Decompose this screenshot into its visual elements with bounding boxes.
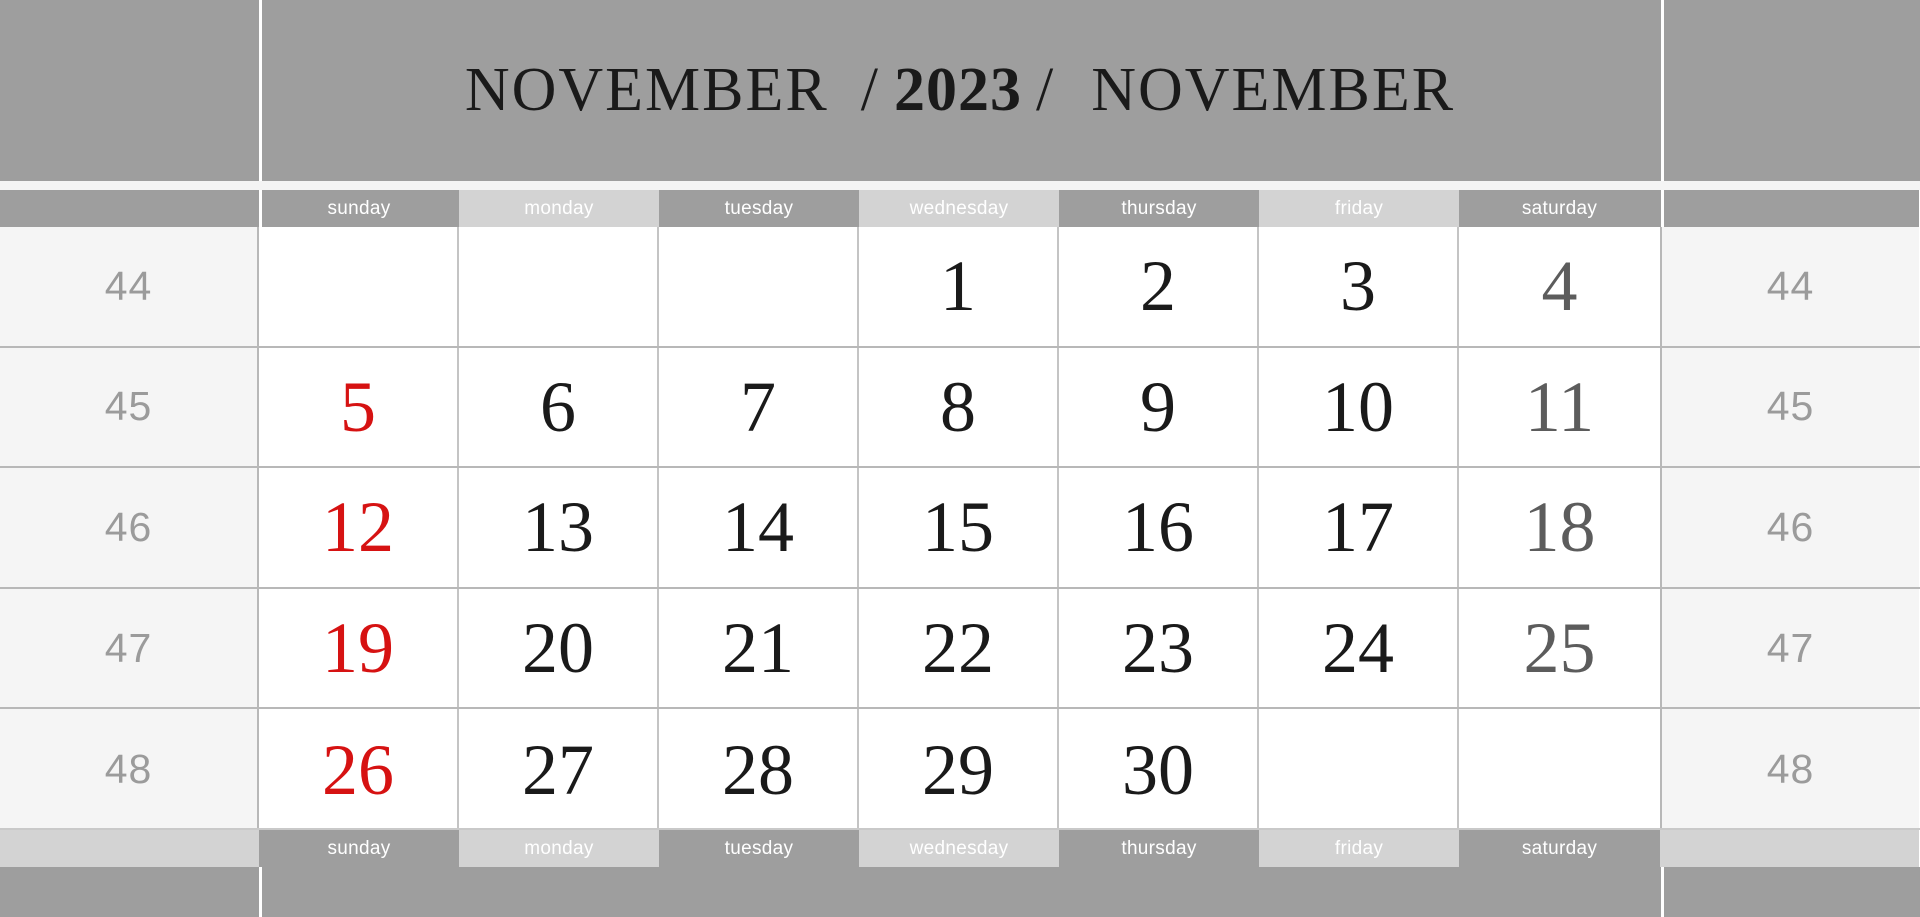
table-row: 46 12 13 14 15 16 17 18 46 — [0, 468, 1920, 589]
day-cell[interactable]: 29 — [859, 709, 1059, 830]
weekday-footer-sunday: sunday — [259, 830, 459, 867]
day-cell[interactable]: 25 — [1459, 588, 1660, 708]
weekday-footer-pad-left — [0, 830, 259, 867]
week-number-left: 45 — [0, 347, 259, 467]
day-cell[interactable]: 3 — [1259, 227, 1459, 346]
page-title: NOVEMBER / 2023 / NOVEMBER — [259, 0, 1661, 181]
weekday-header-tuesday: tuesday — [659, 190, 859, 227]
day-cell[interactable]: 21 — [659, 588, 859, 708]
weekday-footer-tuesday: tuesday — [659, 830, 859, 867]
day-cell[interactable]: 27 — [459, 709, 659, 830]
title-year: 2023 — [894, 56, 1022, 124]
day-cell[interactable]: 14 — [659, 468, 859, 587]
day-cell[interactable]: 11 — [1459, 347, 1660, 467]
day-cell[interactable]: 6 — [459, 347, 659, 467]
weekday-header-pad-left — [0, 190, 259, 227]
day-cell[interactable] — [459, 227, 659, 346]
weekday-footer-saturday: saturday — [1459, 830, 1660, 867]
weekday-footer-monday: monday — [459, 830, 659, 867]
weekday-header-divider-right — [1661, 190, 1664, 227]
footer-divider-right — [1661, 867, 1664, 917]
weekday-header-divider-left — [259, 190, 262, 227]
week-number-left: 48 — [0, 709, 259, 830]
day-cell[interactable]: 15 — [859, 468, 1059, 587]
day-cell[interactable]: 12 — [259, 468, 459, 587]
weekday-header-saturday: saturday — [1459, 190, 1660, 227]
weekday-footer-wednesday: wednesday — [859, 830, 1059, 867]
title-month-right: NOVEMBER — [1091, 56, 1456, 124]
weekday-header-friday: friday — [1259, 190, 1459, 227]
week-number-left: 44 — [0, 227, 259, 346]
day-cell[interactable]: 19 — [259, 588, 459, 708]
day-cell[interactable] — [259, 227, 459, 346]
week-number-right: 48 — [1660, 709, 1919, 830]
weekday-footer-pad-right — [1660, 830, 1919, 867]
table-row: 44 1 2 3 4 44 — [0, 227, 1920, 348]
weekday-header-pad-right — [1660, 190, 1919, 227]
weekday-header-wednesday: wednesday — [859, 190, 1059, 227]
day-cell[interactable]: 18 — [1459, 468, 1660, 587]
day-cell[interactable]: 28 — [659, 709, 859, 830]
table-row: 48 26 27 28 29 30 48 — [0, 709, 1920, 830]
day-cell[interactable] — [1459, 709, 1660, 830]
day-cell[interactable]: 26 — [259, 709, 459, 830]
calendar-header-band: NOVEMBER / 2023 / NOVEMBER — [0, 0, 1920, 181]
footer-divider-left — [259, 867, 262, 917]
day-cell[interactable]: 1 — [859, 227, 1059, 346]
title-slash-right: / — [1036, 56, 1056, 124]
day-cell[interactable]: 22 — [859, 588, 1059, 708]
day-cell[interactable]: 8 — [859, 347, 1059, 467]
weekday-header-sunday: sunday — [259, 190, 459, 227]
week-number-left: 46 — [0, 468, 259, 587]
table-row: 45 5 6 7 8 9 10 11 45 — [0, 347, 1920, 469]
title-month-left: NOVEMBER — [464, 56, 829, 124]
calendar-footer-band — [0, 867, 1920, 917]
day-cell[interactable]: 30 — [1059, 709, 1259, 830]
header-separator-strip — [0, 181, 1920, 190]
day-cell[interactable] — [1259, 709, 1459, 830]
weekday-header-thursday: thursday — [1059, 190, 1259, 227]
day-cell[interactable]: 2 — [1059, 227, 1259, 346]
day-cell[interactable]: 4 — [1459, 227, 1660, 346]
day-cell[interactable] — [659, 227, 859, 346]
day-cell[interactable]: 24 — [1259, 588, 1459, 708]
title-slash-left: / — [860, 56, 880, 124]
weekday-footer-row: sunday monday tuesday wednesday thursday… — [0, 830, 1920, 867]
week-number-right: 44 — [1660, 227, 1919, 346]
week-number-right: 46 — [1660, 468, 1919, 587]
day-cell[interactable]: 7 — [659, 347, 859, 467]
day-cell[interactable]: 9 — [1059, 347, 1259, 467]
day-cell[interactable]: 10 — [1259, 347, 1459, 467]
day-cell[interactable]: 17 — [1259, 468, 1459, 587]
calendar-page: NOVEMBER / 2023 / NOVEMBER sunday monday… — [0, 0, 1920, 917]
table-row: 47 19 20 21 22 23 24 25 47 — [0, 588, 1920, 710]
weekday-header-row: sunday monday tuesday wednesday thursday… — [0, 190, 1920, 227]
calendar-grid: 44 1 2 3 4 44 45 5 6 7 8 9 10 11 45 46 1… — [0, 227, 1920, 830]
week-number-left: 47 — [0, 588, 259, 708]
weekday-footer-friday: friday — [1259, 830, 1459, 867]
day-cell[interactable]: 5 — [259, 347, 459, 467]
day-cell[interactable]: 20 — [459, 588, 659, 708]
day-cell[interactable]: 23 — [1059, 588, 1259, 708]
header-divider-right — [1661, 0, 1664, 181]
week-number-right: 47 — [1660, 588, 1919, 708]
day-cell[interactable]: 13 — [459, 468, 659, 587]
weekday-footer-thursday: thursday — [1059, 830, 1259, 867]
weekday-header-monday: monday — [459, 190, 659, 227]
week-number-right: 45 — [1660, 347, 1919, 467]
day-cell[interactable]: 16 — [1059, 468, 1259, 587]
